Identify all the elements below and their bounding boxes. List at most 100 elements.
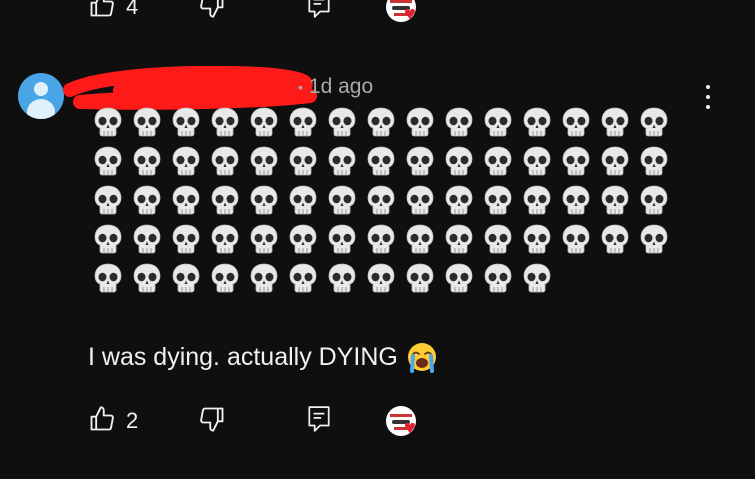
- previous-like-button[interactable]: 4: [88, 0, 198, 24]
- skull-emoji: [634, 219, 673, 258]
- skull-emoji: [439, 258, 478, 297]
- skull-emoji: [595, 180, 634, 219]
- skull-emoji: [634, 141, 673, 180]
- skull-emoji: [556, 141, 595, 180]
- skull-emoji: [283, 180, 322, 219]
- reply-button[interactable]: [306, 405, 386, 438]
- skull-emoji: [88, 102, 127, 141]
- avatar[interactable]: [18, 73, 64, 119]
- skull-emoji: [127, 180, 166, 219]
- skull-emoji: [283, 141, 322, 180]
- skull-emoji: [361, 102, 400, 141]
- skull-emoji: [361, 180, 400, 219]
- skull-emoji: [400, 219, 439, 258]
- skull-emoji: [595, 141, 634, 180]
- like-button[interactable]: 2: [88, 405, 198, 438]
- skull-emoji: [400, 258, 439, 297]
- skull-emoji: [517, 180, 556, 219]
- skull-emoji: [517, 141, 556, 180]
- skull-emoji: [478, 219, 517, 258]
- skull-emoji: [478, 141, 517, 180]
- thumbs-down-icon: [198, 0, 226, 24]
- skull-emoji: [127, 102, 166, 141]
- skull-emoji: [205, 102, 244, 141]
- skull-row: [88, 258, 688, 297]
- skull-row: [88, 141, 688, 180]
- skull-emoji: [517, 102, 556, 141]
- skull-emoji: [322, 219, 361, 258]
- skull-emoji: [166, 258, 205, 297]
- skull-emoji: [88, 180, 127, 219]
- comment-body: I was dying. actually DYING: [88, 342, 398, 371]
- skull-emoji: [361, 141, 400, 180]
- skull-emoji: [205, 219, 244, 258]
- like-count: 2: [126, 408, 139, 433]
- skull-emoji: [166, 102, 205, 141]
- skull-emoji: [88, 258, 127, 297]
- skull-emoji: [634, 102, 673, 141]
- skull-emoji: [595, 102, 634, 141]
- skull-emoji: [322, 141, 361, 180]
- skull-row: [88, 102, 688, 141]
- skull-emoji: [166, 180, 205, 219]
- skull-emoji: [127, 258, 166, 297]
- creator-heart-icon: ♥: [404, 417, 416, 439]
- skull-emoji: [244, 258, 283, 297]
- skull-emoji: [166, 141, 205, 180]
- thumbs-down-icon: [198, 405, 226, 438]
- skull-emoji: [205, 180, 244, 219]
- thumbs-up-icon: [88, 405, 116, 438]
- creator-heart-badge: ♥: [386, 404, 422, 438]
- skull-emoji: [244, 219, 283, 258]
- skull-emoji: [322, 258, 361, 297]
- comment-text: I was dying. actually DYING: [88, 341, 438, 373]
- skull-row: [88, 219, 688, 258]
- skull-emoji: [361, 258, 400, 297]
- skull-emoji: [439, 219, 478, 258]
- skull-emoji: [517, 258, 556, 297]
- skull-emoji: [634, 180, 673, 219]
- skull-emoji: [439, 141, 478, 180]
- creator-heart-icon: ♥: [404, 3, 416, 25]
- comment-actions: 2 ♥: [88, 404, 422, 438]
- skull-emoji: [88, 141, 127, 180]
- skull-emoji: [517, 219, 556, 258]
- skull-emoji: [478, 102, 517, 141]
- thumbs-up-icon: [88, 0, 116, 24]
- reply-comment-icon: [306, 405, 332, 438]
- previous-reply-button[interactable]: [306, 0, 386, 24]
- skull-emoji: [127, 219, 166, 258]
- reply-comment-icon: [306, 0, 332, 24]
- skull-emoji: [205, 258, 244, 297]
- meta-separator-dot: •: [298, 79, 303, 96]
- skull-emoji: [439, 102, 478, 141]
- loudly-crying-emoji: [407, 343, 436, 373]
- skull-emoji: [400, 180, 439, 219]
- previous-comment-actions: 4 ♥: [88, 0, 422, 24]
- skull-emoji: [205, 141, 244, 180]
- skull-row: [88, 180, 688, 219]
- more-vertical-icon: [706, 85, 710, 89]
- skull-emoji: [244, 180, 283, 219]
- skull-emoji: [478, 258, 517, 297]
- dislike-button[interactable]: [198, 405, 308, 438]
- skull-emoji-grid: [88, 102, 688, 297]
- skull-emoji: [283, 219, 322, 258]
- previous-dislike-button[interactable]: [198, 0, 308, 24]
- skull-emoji: [556, 180, 595, 219]
- skull-emoji: [244, 102, 283, 141]
- skull-emoji: [595, 219, 634, 258]
- skull-emoji: [283, 102, 322, 141]
- skull-emoji: [556, 219, 595, 258]
- skull-emoji: [166, 219, 205, 258]
- previous-like-count: 4: [126, 0, 139, 19]
- skull-emoji: [322, 180, 361, 219]
- timestamp: 1d ago: [308, 75, 374, 98]
- comment-meta: • 1d ago: [298, 75, 373, 99]
- skull-emoji: [244, 141, 283, 180]
- skull-emoji: [88, 219, 127, 258]
- skull-emoji: [478, 180, 517, 219]
- more-options-button[interactable]: [696, 82, 720, 112]
- skull-emoji: [439, 180, 478, 219]
- skull-emoji: [400, 102, 439, 141]
